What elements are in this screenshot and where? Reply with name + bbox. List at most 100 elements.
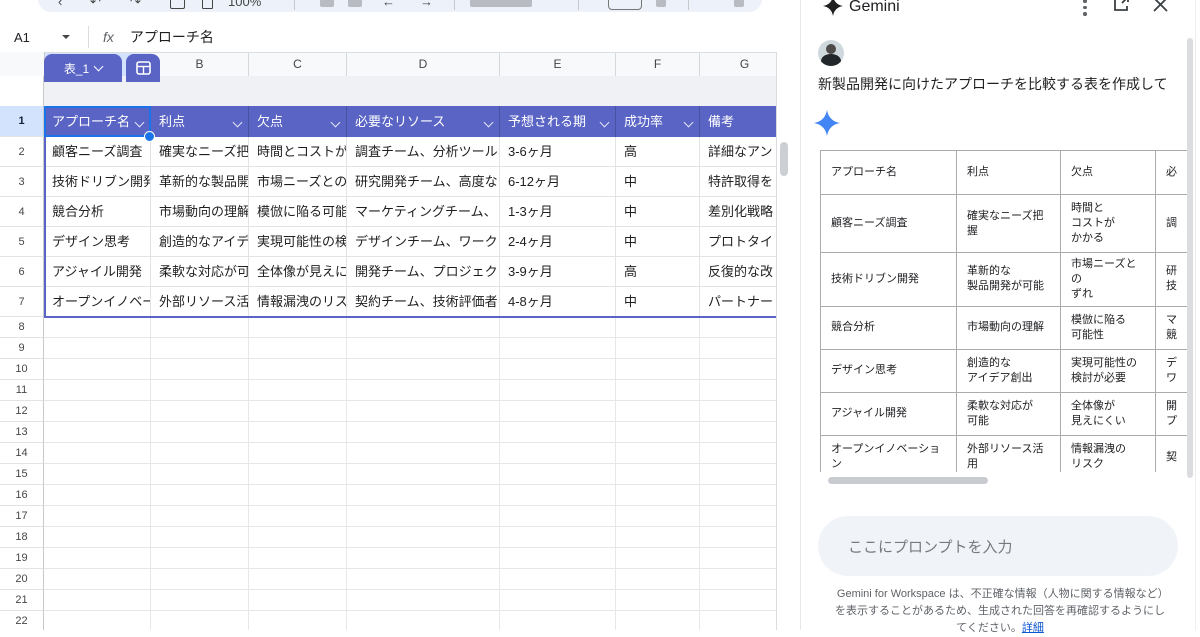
cell-F5[interactable]: 中 <box>616 227 700 257</box>
paint-format-icon[interactable] <box>202 0 213 9</box>
cell-E7[interactable]: 4-8ヶ月 <box>500 287 616 317</box>
cell-C2[interactable]: 時間とコストが <box>249 137 347 167</box>
row-header-8[interactable]: 8 <box>0 317 44 338</box>
select-all-corner[interactable] <box>0 52 45 75</box>
empty-row-12[interactable] <box>44 401 776 422</box>
cell-G5[interactable]: プロトタイ <box>700 227 776 257</box>
increase-decimal-icon[interactable]: → <box>420 0 433 9</box>
cell-F3[interactable]: 中 <box>616 167 700 197</box>
currency-format-icon[interactable] <box>320 0 334 7</box>
empty-row-11[interactable] <box>44 380 776 401</box>
cell-B5[interactable]: 創造的なアイデ <box>151 227 249 257</box>
redo-icon[interactable]: ↷ <box>130 0 141 9</box>
row-header-16[interactable]: 16 <box>0 485 44 506</box>
row-header-20[interactable]: 20 <box>0 569 44 590</box>
row-header-3[interactable]: 3 <box>0 167 44 197</box>
row-header-13[interactable]: 13 <box>0 422 44 443</box>
row-header-6[interactable]: 6 <box>0 257 44 287</box>
back-icon[interactable]: ‹ <box>58 0 62 9</box>
response-table-hscrollbar-thumb[interactable] <box>828 477 988 484</box>
row-header-15[interactable]: 15 <box>0 464 44 485</box>
spreadsheet-grid[interactable]: ABCDEFG 表_1 アプローチ名利点欠点必要なリソース予想される期成功率備考… <box>0 52 776 630</box>
cell-G3[interactable]: 特許取得を <box>700 167 776 197</box>
table-menu-chip[interactable] <box>126 54 160 82</box>
row-header-2[interactable]: 2 <box>0 137 44 167</box>
font-select[interactable] <box>470 0 532 7</box>
undo-icon[interactable]: ↶ <box>90 0 101 9</box>
cell-G4[interactable]: 差別化戦略 <box>700 197 776 227</box>
cell-D7[interactable]: 契約チーム、技術評価者 <box>347 287 500 317</box>
cell-C3[interactable]: 市場ニーズとの <box>249 167 347 197</box>
cell-B4[interactable]: 市場動向の理解 <box>151 197 249 227</box>
empty-row-16[interactable] <box>44 485 776 506</box>
cell-C1[interactable]: 欠点 <box>249 106 347 137</box>
cell-B1[interactable]: 利点 <box>151 106 249 137</box>
cell-C7[interactable]: 情報漏洩のリス <box>249 287 347 317</box>
cell-G1[interactable]: 備考 <box>700 106 776 137</box>
column-header-E[interactable]: E <box>500 53 616 76</box>
open-in-new-icon[interactable] <box>1113 0 1129 12</box>
cell-D3[interactable]: 研究開発チーム、高度な <box>347 167 500 197</box>
empty-row-20[interactable] <box>44 569 776 590</box>
column-header-G[interactable]: G <box>700 53 776 76</box>
zoom-select[interactable]: 100% <box>228 0 261 9</box>
cell-A4[interactable]: 競合分析 <box>44 197 151 227</box>
cell-G7[interactable]: パートナー <box>700 287 776 317</box>
row-header-5[interactable]: 5 <box>0 227 44 257</box>
cell-F4[interactable]: 中 <box>616 197 700 227</box>
more-formats-icon[interactable] <box>734 0 744 7</box>
row-header-14[interactable]: 14 <box>0 443 44 464</box>
row-header-4[interactable]: 4 <box>0 197 44 227</box>
cell-B6[interactable]: 柔軟な対応が可 <box>151 257 249 287</box>
empty-row-9[interactable] <box>44 338 776 359</box>
empty-row-8[interactable] <box>44 317 776 338</box>
row-header-1[interactable]: 1 <box>0 106 44 137</box>
cell-F7[interactable]: 中 <box>616 287 700 317</box>
cell-E6[interactable]: 3-9ヶ月 <box>500 257 616 287</box>
cell-E4[interactable]: 1-3ヶ月 <box>500 197 616 227</box>
cell-F2[interactable]: 高 <box>616 137 700 167</box>
empty-row-21[interactable] <box>44 590 776 611</box>
cell-D4[interactable]: マーケティングチーム、 <box>347 197 500 227</box>
empty-row-19[interactable] <box>44 548 776 569</box>
column-header-F[interactable]: F <box>616 53 700 76</box>
row-header-17[interactable]: 17 <box>0 506 44 527</box>
cell-A5[interactable]: デザイン思考 <box>44 227 151 257</box>
cell-B2[interactable]: 確実なニーズ把 <box>151 137 249 167</box>
decrease-decimal-icon[interactable]: ← <box>382 0 395 9</box>
cell-D2[interactable]: 調査チーム、分析ツール <box>347 137 500 167</box>
cell-F1[interactable]: 成功率 <box>616 106 700 137</box>
row-header-19[interactable]: 19 <box>0 548 44 569</box>
cell-E1[interactable]: 予想される期 <box>500 106 616 137</box>
panel-scrollbar-thumb[interactable] <box>1187 38 1193 478</box>
cell-D6[interactable]: 開発チーム、プロジェク <box>347 257 500 287</box>
close-icon[interactable] <box>1153 0 1168 12</box>
empty-row-14[interactable] <box>44 443 776 464</box>
cell-E2[interactable]: 3-6ヶ月 <box>500 137 616 167</box>
row-header-12[interactable]: 12 <box>0 401 44 422</box>
cell-C4[interactable]: 模倣に陥る可能 <box>249 197 347 227</box>
cell-F6[interactable]: 高 <box>616 257 700 287</box>
empty-row-22[interactable] <box>44 611 776 630</box>
table-name-chip[interactable]: 表_1 <box>44 54 122 82</box>
percent-format-icon[interactable] <box>348 0 362 7</box>
cell-E5[interactable]: 2-4ヶ月 <box>500 227 616 257</box>
cell-C6[interactable]: 全体像が見えに <box>249 257 347 287</box>
cell-G6[interactable]: 反復的な改 <box>700 257 776 287</box>
empty-row-17[interactable] <box>44 506 776 527</box>
font-size-field[interactable] <box>608 0 642 10</box>
cell-A2[interactable]: 顧客ニーズ調査 <box>44 137 151 167</box>
print-icon[interactable] <box>170 0 185 9</box>
name-box[interactable]: A1 <box>14 30 62 45</box>
empty-row-18[interactable] <box>44 527 776 548</box>
formula-bar-value[interactable]: アプローチ名 <box>130 27 214 47</box>
row-header-22[interactable]: 22 <box>0 611 44 630</box>
cell-G2[interactable]: 詳細なアン <box>700 137 776 167</box>
sheet-scrollbar-track[interactable] <box>776 52 791 630</box>
bold-icon[interactable] <box>656 0 666 7</box>
cell-B3[interactable]: 革新的な製品開 <box>151 167 249 197</box>
row-header-18[interactable]: 18 <box>0 527 44 548</box>
more-options-icon[interactable] <box>1083 0 1087 19</box>
empty-row-15[interactable] <box>44 464 776 485</box>
row-header-7[interactable]: 7 <box>0 287 44 317</box>
